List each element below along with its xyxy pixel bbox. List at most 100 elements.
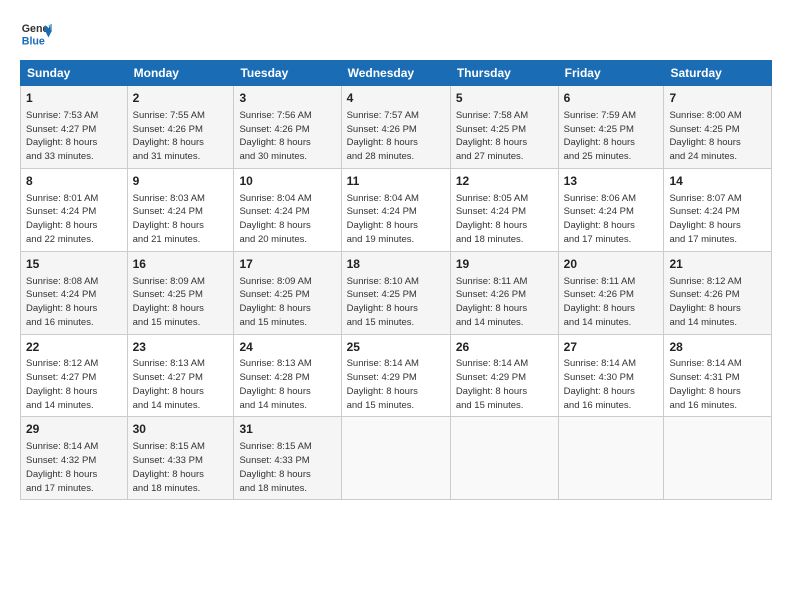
- calendar-cell: 9Sunrise: 8:03 AMSunset: 4:24 PMDaylight…: [127, 168, 234, 251]
- calendar-cell: 10Sunrise: 8:04 AMSunset: 4:24 PMDayligh…: [234, 168, 341, 251]
- day-number: 17: [239, 256, 335, 273]
- calendar-cell: 3 Sunrise: 7:56 AMSunset: 4:26 PMDaylight…: [234, 86, 341, 169]
- calendar-cell: 12 Sunrise: 8:05 AMSunset: 4:24 PMDayligh…: [450, 168, 558, 251]
- weekday-header-monday: Monday: [127, 61, 234, 86]
- day-number: 23: [133, 339, 229, 356]
- calendar-cell: 19 Sunrise: 8:11 AMSunset: 4:26 PMDayligh…: [450, 251, 558, 334]
- logo: General Blue: [20, 18, 58, 50]
- svg-text:Blue: Blue: [22, 36, 45, 48]
- day-detail: Sunrise: 8:06 AMSunset: 4:24 PMDaylight:…: [564, 192, 659, 247]
- calendar-week-3: 15 Sunrise: 8:08 AMSunset: 4:24 PMDayligh…: [21, 251, 772, 334]
- day-number: 16: [133, 256, 229, 273]
- day-detail: Sunrise: 8:08 AMSunset: 4:24 PMDaylight:…: [26, 275, 122, 330]
- day-number: 7: [669, 90, 766, 107]
- day-detail: Sunrise: 8:14 AMSunset: 4:29 PMDaylight:…: [456, 357, 553, 412]
- logo-icon: General Blue: [20, 18, 52, 50]
- day-detail: Sunrise: 8:14 AMSunset: 4:29 PMDaylight:…: [347, 357, 445, 412]
- day-number: 27: [564, 339, 659, 356]
- weekday-header-row: SundayMondayTuesdayWednesdayThursdayFrid…: [21, 61, 772, 86]
- day-number: 15: [26, 256, 122, 273]
- calendar-week-5: 29Sunrise: 8:14 AMSunset: 4:32 PMDayligh…: [21, 417, 772, 500]
- day-detail: Sunrise: 8:10 AMSunset: 4:25 PMDaylight:…: [347, 275, 445, 330]
- calendar-cell: 8 Sunrise: 8:01 AMSunset: 4:24 PMDaylight…: [21, 168, 128, 251]
- day-number: 28: [669, 339, 766, 356]
- day-number: 22: [26, 339, 122, 356]
- day-number: 25: [347, 339, 445, 356]
- calendar-cell: 24Sunrise: 8:13 AMSunset: 4:28 PMDayligh…: [234, 334, 341, 417]
- calendar-cell: 30 Sunrise: 8:15 AMSunset: 4:33 PMDayligh…: [127, 417, 234, 500]
- calendar-cell: 13Sunrise: 8:06 AMSunset: 4:24 PMDayligh…: [558, 168, 664, 251]
- day-detail: Sunrise: 8:09 AMSunset: 4:25 PMDaylight:…: [239, 275, 335, 330]
- day-detail: Sunrise: 7:57 AMSunset: 4:26 PMDaylight:…: [347, 109, 445, 164]
- header: General Blue: [20, 18, 772, 50]
- weekday-header-friday: Friday: [558, 61, 664, 86]
- calendar-cell: 20 Sunrise: 8:11 AMSunset: 4:26 PMDayligh…: [558, 251, 664, 334]
- weekday-header-wednesday: Wednesday: [341, 61, 450, 86]
- day-detail: Sunrise: 8:00 AMSunset: 4:25 PMDaylight:…: [669, 109, 766, 164]
- day-number: 5: [456, 90, 553, 107]
- day-number: 20: [564, 256, 659, 273]
- day-number: 4: [347, 90, 445, 107]
- day-detail: Sunrise: 7:55 AMSunset: 4:26 PMDaylight:…: [133, 109, 229, 164]
- day-number: 21: [669, 256, 766, 273]
- calendar-cell: 5 Sunrise: 7:58 AMSunset: 4:25 PMDaylight…: [450, 86, 558, 169]
- calendar-cell: 28Sunrise: 8:14 AMSunset: 4:31 PMDayligh…: [664, 334, 772, 417]
- day-detail: Sunrise: 8:15 AMSunset: 4:33 PMDaylight:…: [133, 440, 229, 495]
- day-number: 24: [239, 339, 335, 356]
- day-number: 12: [456, 173, 553, 190]
- calendar-cell: 6 Sunrise: 7:59 AMSunset: 4:25 PMDaylight…: [558, 86, 664, 169]
- day-detail: Sunrise: 8:12 AMSunset: 4:27 PMDaylight:…: [26, 357, 122, 412]
- day-detail: Sunrise: 8:07 AMSunset: 4:24 PMDaylight:…: [669, 192, 766, 247]
- day-number: 6: [564, 90, 659, 107]
- day-detail: Sunrise: 8:09 AMSunset: 4:25 PMDaylight:…: [133, 275, 229, 330]
- calendar-cell: [664, 417, 772, 500]
- page: General Blue SundayMondayTuesdayWednesda…: [0, 0, 792, 510]
- day-detail: Sunrise: 8:13 AMSunset: 4:27 PMDaylight:…: [133, 357, 229, 412]
- day-number: 11: [347, 173, 445, 190]
- day-number: 29: [26, 421, 122, 438]
- calendar-cell: 26Sunrise: 8:14 AMSunset: 4:29 PMDayligh…: [450, 334, 558, 417]
- day-number: 1: [26, 90, 122, 107]
- day-detail: Sunrise: 7:59 AMSunset: 4:25 PMDaylight:…: [564, 109, 659, 164]
- day-detail: Sunrise: 7:58 AMSunset: 4:25 PMDaylight:…: [456, 109, 553, 164]
- calendar-cell: 2 Sunrise: 7:55 AMSunset: 4:26 PMDaylight…: [127, 86, 234, 169]
- weekday-header-saturday: Saturday: [664, 61, 772, 86]
- day-detail: Sunrise: 8:01 AMSunset: 4:24 PMDaylight:…: [26, 192, 122, 247]
- day-detail: Sunrise: 8:14 AMSunset: 4:30 PMDaylight:…: [564, 357, 659, 412]
- day-detail: Sunrise: 8:12 AMSunset: 4:26 PMDaylight:…: [669, 275, 766, 330]
- calendar-cell: 7 Sunrise: 8:00 AMSunset: 4:25 PMDaylight…: [664, 86, 772, 169]
- day-number: 30: [133, 421, 229, 438]
- day-detail: Sunrise: 8:11 AMSunset: 4:26 PMDaylight:…: [564, 275, 659, 330]
- day-number: 9: [133, 173, 229, 190]
- day-detail: Sunrise: 7:56 AMSunset: 4:26 PMDaylight:…: [239, 109, 335, 164]
- calendar-table: SundayMondayTuesdayWednesdayThursdayFrid…: [20, 60, 772, 500]
- calendar-cell: 29Sunrise: 8:14 AMSunset: 4:32 PMDayligh…: [21, 417, 128, 500]
- day-detail: Sunrise: 7:53 AMSunset: 4:27 PMDaylight:…: [26, 109, 122, 164]
- day-number: 26: [456, 339, 553, 356]
- day-number: 19: [456, 256, 553, 273]
- day-detail: Sunrise: 8:11 AMSunset: 4:26 PMDaylight:…: [456, 275, 553, 330]
- calendar-cell: 14 Sunrise: 8:07 AMSunset: 4:24 PMDayligh…: [664, 168, 772, 251]
- calendar-cell: 23Sunrise: 8:13 AMSunset: 4:27 PMDayligh…: [127, 334, 234, 417]
- day-number: 8: [26, 173, 122, 190]
- calendar-cell: [450, 417, 558, 500]
- day-number: 2: [133, 90, 229, 107]
- calendar-cell: [341, 417, 450, 500]
- day-number: 31: [239, 421, 335, 438]
- calendar-cell: 31Sunrise: 8:15 AMSunset: 4:33 PMDayligh…: [234, 417, 341, 500]
- calendar-cell: 11Sunrise: 8:04 AMSunset: 4:24 PMDayligh…: [341, 168, 450, 251]
- calendar-cell: 18Sunrise: 8:10 AMSunset: 4:25 PMDayligh…: [341, 251, 450, 334]
- day-detail: Sunrise: 8:14 AMSunset: 4:31 PMDaylight:…: [669, 357, 766, 412]
- calendar-week-1: 1 Sunrise: 7:53 AMSunset: 4:27 PMDaylight…: [21, 86, 772, 169]
- day-detail: Sunrise: 8:05 AMSunset: 4:24 PMDaylight:…: [456, 192, 553, 247]
- calendar-cell: 22Sunrise: 8:12 AMSunset: 4:27 PMDayligh…: [21, 334, 128, 417]
- calendar-cell: 16 Sunrise: 8:09 AMSunset: 4:25 PMDayligh…: [127, 251, 234, 334]
- day-number: 14: [669, 173, 766, 190]
- calendar-cell: 17 Sunrise: 8:09 AMSunset: 4:25 PMDayligh…: [234, 251, 341, 334]
- day-detail: Sunrise: 8:13 AMSunset: 4:28 PMDaylight:…: [239, 357, 335, 412]
- calendar-cell: [558, 417, 664, 500]
- calendar-week-2: 8 Sunrise: 8:01 AMSunset: 4:24 PMDaylight…: [21, 168, 772, 251]
- weekday-header-thursday: Thursday: [450, 61, 558, 86]
- day-number: 3: [239, 90, 335, 107]
- weekday-header-sunday: Sunday: [21, 61, 128, 86]
